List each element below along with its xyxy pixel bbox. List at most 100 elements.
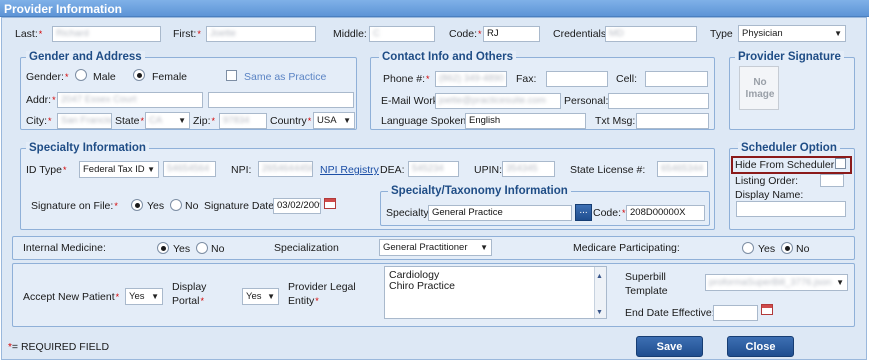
txtmsg-input[interactable] [636,113,709,129]
display-portal-select[interactable]: Yes ▼ [242,288,279,305]
internal-medicine-no-radio[interactable] [196,242,208,254]
superbill-template-select[interactable]: proformaSuperBill_3776.json ▼ [705,274,848,291]
signature-on-file-no-radio[interactable] [170,199,182,211]
city-label: City:* [26,115,52,127]
email-work-input[interactable]: joette@practicesuite.com [435,93,561,109]
gender-female-radio[interactable] [133,69,145,81]
calendar-icon[interactable] [324,198,336,209]
gender-label: Gender:* [26,71,69,83]
npi-registry-link[interactable]: NPI Registry [320,164,379,177]
city-input[interactable]: San Francisco [57,113,112,129]
state-license-label: State License #: [570,164,646,176]
male-label: Male [93,71,116,83]
middle-label: Middle: [333,28,367,40]
close-button[interactable]: Close [727,336,794,357]
signature-no-label: No [185,200,199,212]
last-name-input[interactable]: Richard [52,26,161,42]
end-date-input[interactable] [713,305,758,321]
id-value-input[interactable]: 54654564 [163,161,216,177]
display-portal-label-line1: Display [172,281,207,293]
internal-medicine-yes-radio[interactable] [157,242,169,254]
no-image-icon: No Image [739,66,779,110]
dea-input[interactable]: 545234 [408,161,459,177]
phone-input[interactable]: (862) 349-4890 [435,71,507,87]
cell-label: Cell: [616,73,638,85]
internal-medicine-yes-label: Yes [173,243,191,255]
signature-yes-label: Yes [147,200,165,212]
upin-input[interactable]: 354345 [502,161,555,177]
no-image-label: No Image [745,77,775,100]
chevron-down-icon: ▼ [834,29,842,38]
chevron-down-icon: ▼ [147,165,155,174]
listbox-scrollbar[interactable]: ▲ ▼ [594,267,606,318]
zip-label: Zip:* [193,115,216,127]
cell-input[interactable] [645,71,708,87]
id-type-select[interactable]: Federal Tax ID ▼ [79,161,159,178]
code-input[interactable]: RJ [483,26,540,42]
female-label: Female [152,71,188,83]
display-name-input[interactable] [736,201,846,217]
state-select[interactable]: CA ▼ [145,112,190,129]
gender-address-legend: Gender and Address [26,51,145,64]
list-item[interactable]: Chiro Practice [389,280,455,293]
npi-input[interactable]: 2654644456 [258,161,313,177]
type-select[interactable]: Physician ▼ [738,25,846,42]
country-select[interactable]: USA ▼ [313,112,355,129]
address-line2-input[interactable] [208,92,354,108]
taxonomy-specialty-label: Specialty [386,207,429,219]
taxonomy-code-input[interactable]: 208D00000X [626,205,705,221]
hide-from-scheduler-checkbox[interactable] [835,158,846,169]
credentials-input[interactable]: MD [605,26,697,42]
personal-email-input[interactable] [608,93,709,109]
legal-entity-label-line2: Entity* [288,295,319,307]
scroll-up-icon[interactable]: ▲ [596,273,603,280]
chevron-down-icon: ▼ [151,292,159,301]
same-as-practice-label: Same as Practice [244,71,327,83]
upin-label: UPIN: [474,164,503,176]
personal-label: Personal: [564,95,609,107]
code-label: Code:* [449,28,482,40]
last-label: Last:* [15,28,43,40]
state-license-input[interactable]: 65465344 [657,161,708,177]
taxonomy-specialty-input[interactable]: General Practice [428,205,572,221]
listing-order-input[interactable] [820,174,844,187]
same-as-practice-checkbox[interactable] [226,70,237,81]
fax-label: Fax: [516,73,537,85]
accept-new-patient-select[interactable]: Yes ▼ [125,288,163,305]
medicare-no-radio[interactable] [781,242,793,254]
calendar-icon[interactable] [761,304,773,315]
legal-entity-listbox[interactable]: Cardiology Chiro Practice ▲ ▼ [384,266,607,319]
specialization-label: Specialization [274,242,339,254]
first-label: First:* [173,28,201,40]
first-name-input[interactable]: Joette [206,26,316,42]
middle-name-input[interactable]: C [369,26,435,42]
specialization-select[interactable]: General Practitioner ▼ [379,239,492,256]
taxonomy-legend: Specialty/Taxonomy Information [388,185,571,198]
medicare-label: Medicare Participating: [573,242,680,254]
signature-on-file-label: Signature on File:* [31,200,118,212]
scheduler-legend: Scheduler Option [738,142,840,155]
save-button[interactable]: Save [636,336,703,357]
medicare-yes-radio[interactable] [742,242,754,254]
browse-icon[interactable]: ... [575,204,592,221]
end-date-label: End Date Effective: [625,307,715,319]
internal-medicine-no-label: No [211,243,225,255]
language-input[interactable]: English [465,113,586,129]
signature-on-file-yes-radio[interactable] [131,199,143,211]
superbill-label-line2: Template [625,285,668,297]
signature-date-input[interactable]: 03/02/2009 [273,198,321,214]
display-portal-label-line2: Portal* [172,295,204,307]
credentials-label: Credentials: [553,28,610,40]
chevron-down-icon: ▼ [836,278,844,287]
specialty-legend: Specialty Information [26,142,149,155]
contact-legend: Contact Info and Others [379,51,516,64]
state-label: State* [115,115,145,127]
medicare-no-label: No [796,243,810,255]
hide-from-scheduler-label: Hide From Scheduler: [735,159,838,171]
gender-male-radio[interactable] [75,69,87,81]
address-line1-input[interactable]: 2047 Essex Court [57,92,203,108]
zip-input[interactable]: 97834 [219,113,267,129]
scroll-down-icon[interactable]: ▼ [596,309,603,316]
fax-input[interactable] [546,71,608,87]
addr-label: Addr:* [26,94,56,106]
